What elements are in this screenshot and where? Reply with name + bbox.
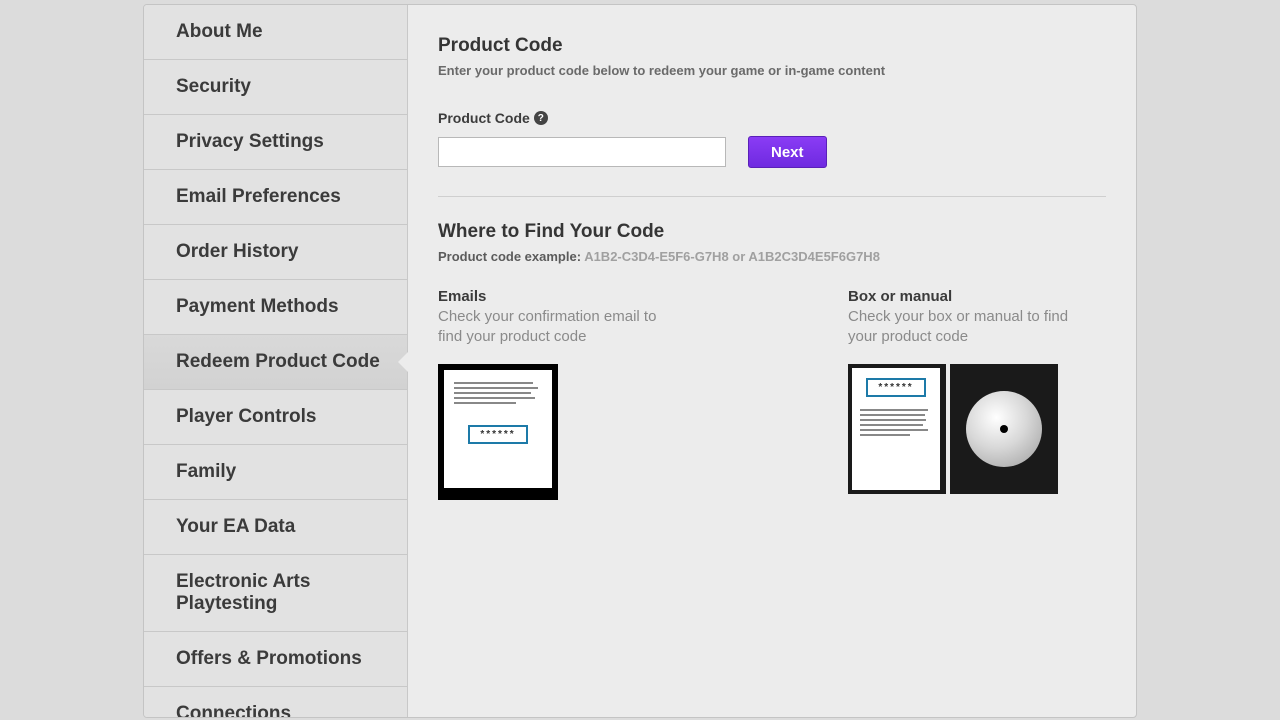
email-code-box: ******: [468, 425, 527, 444]
page-subtitle: Enter your product code below to redeem …: [438, 63, 1106, 78]
main-content: Product Code Enter your product code bel…: [408, 5, 1136, 717]
next-button[interactable]: Next: [748, 136, 827, 168]
emails-heading: Emails: [438, 288, 668, 305]
field-label-text: Product Code: [438, 110, 530, 126]
example-row: Product code example: A1B2-C3D4-E5F6-G7H…: [438, 249, 1106, 264]
box-heading: Box or manual: [848, 288, 1078, 305]
divider: [438, 196, 1106, 197]
box-desc: Check your box or manual to find your pr…: [848, 307, 1078, 346]
page-title: Product Code: [438, 35, 1106, 57]
sidebar-item-payment-methods[interactable]: Payment Methods: [144, 280, 407, 335]
help-icon[interactable]: ?: [534, 111, 548, 125]
sidebar: About Me Security Privacy Settings Email…: [144, 5, 408, 717]
settings-panel: About Me Security Privacy Settings Email…: [143, 4, 1137, 718]
find-emails-column: Emails Check your confirmation email to …: [438, 288, 668, 500]
sidebar-item-privacy-settings[interactable]: Privacy Settings: [144, 115, 407, 170]
sidebar-item-connections[interactable]: Connections: [144, 687, 407, 718]
example-label: Product code example:: [438, 249, 581, 264]
example-value: A1B2-C3D4-E5F6-G7H8 or A1B2C3D4E5F6G7H8: [584, 249, 880, 264]
product-code-input[interactable]: [438, 137, 726, 167]
sidebar-item-about-me[interactable]: About Me: [144, 5, 407, 60]
find-columns: Emails Check your confirmation email to …: [438, 288, 1106, 500]
sidebar-item-offers-promotions[interactable]: Offers & Promotions: [144, 632, 407, 687]
sidebar-item-ea-playtesting[interactable]: Electronic Arts Playtesting: [144, 555, 407, 632]
product-code-label: Product Code ?: [438, 110, 1106, 126]
box-illustration-icon: ******: [848, 364, 1058, 494]
disc-icon: [966, 391, 1042, 467]
sidebar-item-redeem-product-code[interactable]: Redeem Product Code: [144, 335, 407, 390]
emails-desc: Check your confirmation email to find yo…: [438, 307, 668, 346]
sidebar-item-player-controls[interactable]: Player Controls: [144, 390, 407, 445]
input-row: Next: [438, 136, 1106, 168]
find-box-column: Box or manual Check your box or manual t…: [848, 288, 1078, 500]
sidebar-item-order-history[interactable]: Order History: [144, 225, 407, 280]
email-illustration-icon: ******: [438, 364, 558, 500]
sidebar-item-security[interactable]: Security: [144, 60, 407, 115]
manual-code-box: ******: [866, 378, 925, 397]
sidebar-item-your-ea-data[interactable]: Your EA Data: [144, 500, 407, 555]
where-title: Where to Find Your Code: [438, 221, 1106, 243]
sidebar-item-email-preferences[interactable]: Email Preferences: [144, 170, 407, 225]
sidebar-item-family[interactable]: Family: [144, 445, 407, 500]
